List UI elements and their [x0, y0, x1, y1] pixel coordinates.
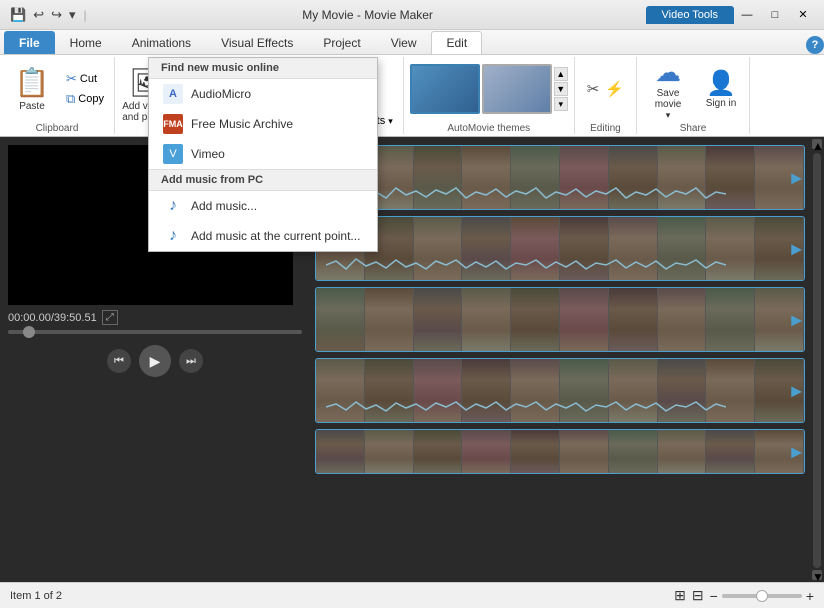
tab-file[interactable]: File: [4, 31, 55, 54]
window-title: My Movie - Movie Maker: [90, 8, 646, 22]
preview-time: 00:00.00/39:50.51 ⤢: [8, 310, 302, 325]
cut-button[interactable]: ✂ Cut: [62, 70, 108, 88]
vimeo-item[interactable]: V Vimeo: [149, 139, 377, 169]
seek-bar[interactable]: [8, 330, 302, 334]
sign-in-avatar-icon: 👤: [706, 69, 736, 98]
status-icon-1[interactable]: ⊞: [674, 587, 686, 604]
timeline-panel[interactable]: [310, 137, 810, 582]
tab-visual-effects[interactable]: Visual Effects: [206, 31, 308, 54]
clipboard-label: Clipboard: [36, 123, 79, 134]
tab-animations[interactable]: Animations: [117, 31, 206, 54]
editing-label: Editing: [590, 123, 621, 134]
undo-btn[interactable]: ↩: [31, 6, 46, 24]
add-music-dropdown-menu: Find new music online A AudioMicro FMA F…: [148, 57, 378, 252]
paste-icon: 📋: [15, 66, 50, 99]
qat-dropdown[interactable]: ▾: [67, 6, 78, 24]
timeline-track-2[interactable]: [315, 216, 805, 281]
themes-scroll-controls[interactable]: ▲ ▼ ▾: [554, 67, 568, 111]
timeline-track-4[interactable]: [315, 358, 805, 423]
themes-scroll-more[interactable]: ▾: [554, 97, 568, 111]
trim-icon[interactable]: ✂: [585, 78, 602, 100]
ribbon: 📋 Paste ✂ Cut ⧉ Copy Clipboard 🖼 Add vid…: [0, 55, 824, 137]
save-movie-dropdown[interactable]: ▾: [666, 110, 671, 121]
tab-edit[interactable]: Edit: [431, 31, 482, 54]
waveform-2: [326, 255, 726, 275]
zoom-slider[interactable]: − +: [710, 588, 814, 604]
clipboard-small-btns: ✂ Cut ⧉ Copy: [62, 70, 108, 108]
play-button[interactable]: ▶: [139, 345, 171, 377]
from-pc-header: Add music from PC: [149, 170, 377, 191]
minimize-button[interactable]: —: [734, 5, 760, 25]
close-button[interactable]: ✕: [790, 5, 816, 25]
expand-button[interactable]: ⤢: [102, 310, 118, 325]
video-tools-tab[interactable]: Video Tools: [646, 6, 734, 24]
themes-label: AutoMovie themes: [447, 123, 530, 134]
credits-dropdown[interactable]: ▾: [388, 116, 393, 127]
find-online-header: Find new music online: [149, 58, 377, 79]
maximize-button[interactable]: □: [762, 5, 788, 25]
playback-controls: ⏮ ▶ ⏭: [8, 345, 302, 377]
add-music-current-item[interactable]: ♪ Add music at the current point...: [149, 221, 377, 251]
filmstrip-3: [316, 288, 804, 351]
waveform-1: [326, 184, 726, 204]
audiomicro-icon: A: [163, 84, 183, 104]
status-icon-2[interactable]: ⊟: [692, 587, 704, 604]
timeline-track-1[interactable]: [315, 145, 805, 210]
fma-icon: FMA: [163, 114, 183, 134]
timeline-track-5[interactable]: [315, 429, 805, 474]
cut-icon: ✂: [66, 71, 77, 87]
ribbon-tabs: File Home Animations Visual Effects Proj…: [0, 30, 824, 55]
clipboard-group: 📋 Paste ✂ Cut ⧉ Copy Clipboard: [0, 57, 115, 134]
status-bar: Item 1 of 2 ⊞ ⊟ − +: [0, 582, 824, 608]
help-button[interactable]: ?: [806, 36, 824, 54]
main-area: 00:00.00/39:50.51 ⤢ ⏮ ▶ ⏭: [0, 137, 824, 582]
redo-btn[interactable]: ↪: [49, 6, 64, 24]
scroll-thumb[interactable]: [813, 153, 821, 568]
save-movie-button[interactable]: ☁ Save movie ▾: [643, 60, 693, 118]
vimeo-icon: V: [163, 144, 183, 164]
split-icon[interactable]: ⚡: [603, 78, 626, 100]
prev-frame-button[interactable]: ⏮: [107, 349, 131, 373]
add-music-pc-icon: ♪: [163, 196, 183, 216]
paste-button[interactable]: 📋 Paste: [6, 59, 58, 119]
editing-buttons: ✂ ⚡: [585, 78, 626, 100]
scroll-up-btn[interactable]: ▲: [812, 139, 822, 149]
tab-home[interactable]: Home: [55, 31, 117, 54]
save-movie-icon: ☁: [655, 57, 681, 88]
share-group: ☁ Save movie ▾ 👤 Sign in Share: [637, 57, 750, 134]
scroll-down-btn[interactable]: ▼: [812, 570, 822, 580]
free-music-archive-item[interactable]: FMA Free Music Archive: [149, 109, 377, 139]
share-label: Share: [680, 123, 707, 134]
status-right: ⊞ ⊟ − +: [674, 587, 814, 604]
themes-scroll-up[interactable]: ▲: [554, 67, 568, 81]
status-item-label: Item 1 of 2: [10, 590, 674, 602]
tab-project[interactable]: Project: [308, 31, 375, 54]
title-bar: 💾 ↩ ↪ ▾ | My Movie - Movie Maker Video T…: [0, 0, 824, 30]
filmstrip-5: [316, 430, 804, 473]
copy-icon: ⧉: [66, 91, 75, 107]
theme-1[interactable]: [410, 64, 480, 114]
waveform-4: [326, 397, 726, 417]
theme-2[interactable]: [482, 64, 552, 114]
zoom-track[interactable]: [722, 594, 802, 598]
window-controls[interactable]: — □ ✕: [734, 5, 816, 25]
audiomicro-item[interactable]: A AudioMicro: [149, 79, 377, 109]
sign-in-button[interactable]: 👤 Sign in: [699, 60, 743, 118]
zoom-thumb[interactable]: [756, 590, 768, 602]
quick-access-toolbar[interactable]: 💾 ↩ ↪ ▾ |: [8, 6, 90, 24]
themes-scroll-down[interactable]: ▼: [554, 82, 568, 96]
copy-button[interactable]: ⧉ Copy: [62, 90, 108, 108]
next-frame-button[interactable]: ⏭: [179, 349, 203, 373]
timeline-track-3[interactable]: [315, 287, 805, 352]
save-qat-btn[interactable]: 💾: [8, 6, 28, 24]
zoom-out-icon[interactable]: −: [710, 588, 718, 604]
add-music-current-icon: ♪: [163, 226, 183, 246]
editing-group: ✂ ⚡ Editing: [575, 57, 637, 134]
add-music-pc-item[interactable]: ♪ Add music...: [149, 191, 377, 221]
tab-view[interactable]: View: [376, 31, 432, 54]
seek-thumb[interactable]: [23, 326, 35, 338]
themes-group: ▲ ▼ ▾ AutoMovie themes: [404, 57, 575, 134]
timeline-scrollbar[interactable]: ▲ ▼: [810, 137, 824, 582]
zoom-in-icon[interactable]: +: [806, 588, 814, 604]
